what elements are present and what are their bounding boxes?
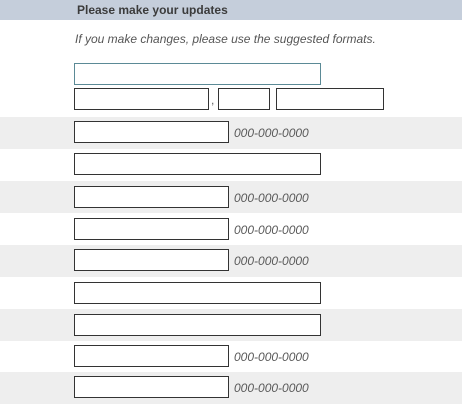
zip-field[interactable] — [276, 88, 384, 110]
phone-format-hint: 000-000-0000 — [234, 191, 309, 205]
phone-field-5[interactable] — [74, 345, 229, 367]
phone-format-hint: 000-000-0000 — [234, 126, 309, 140]
form-row-11: 000-000-0000 — [0, 372, 462, 404]
phone-format-hint: 000-000-0000 — [234, 350, 309, 364]
form-row-10: 000-000-0000 — [0, 341, 462, 373]
form-row-1 — [0, 56, 462, 88]
section-header: Please make your updates — [0, 0, 462, 20]
form-row-5: 000-000-0000 — [0, 181, 462, 213]
comma-separator: , — [211, 93, 215, 107]
form-row-4 — [0, 149, 462, 181]
phone-format-hint: 000-000-0000 — [234, 254, 309, 268]
form-row-8 — [0, 277, 462, 309]
phone-field-3[interactable] — [74, 218, 229, 240]
text-field-2[interactable] — [74, 153, 321, 175]
phone-format-hint: 000-000-0000 — [234, 223, 309, 237]
form-row-2: , — [0, 85, 462, 117]
city-field[interactable] — [74, 88, 209, 110]
section-title: Please make your updates — [77, 3, 228, 17]
phone-field-6[interactable] — [74, 376, 229, 398]
instruction-row: If you make changes, please use the sugg… — [0, 28, 462, 50]
phone-field-1[interactable] — [74, 121, 229, 143]
text-field-3[interactable] — [74, 282, 321, 304]
phone-field-4[interactable] — [74, 249, 229, 271]
text-field-4[interactable] — [74, 314, 321, 336]
phone-format-hint: 000-000-0000 — [234, 381, 309, 395]
form-row-7: 000-000-0000 — [0, 245, 462, 277]
form-row-6: 000-000-0000 — [0, 213, 462, 245]
state-field[interactable] — [218, 88, 270, 110]
form-row-9 — [0, 309, 462, 341]
form-row-3: 000-000-0000 — [0, 117, 462, 149]
instruction-text: If you make changes, please use the sugg… — [75, 32, 376, 46]
phone-field-2[interactable] — [74, 186, 229, 208]
text-field-1[interactable] — [74, 63, 321, 85]
